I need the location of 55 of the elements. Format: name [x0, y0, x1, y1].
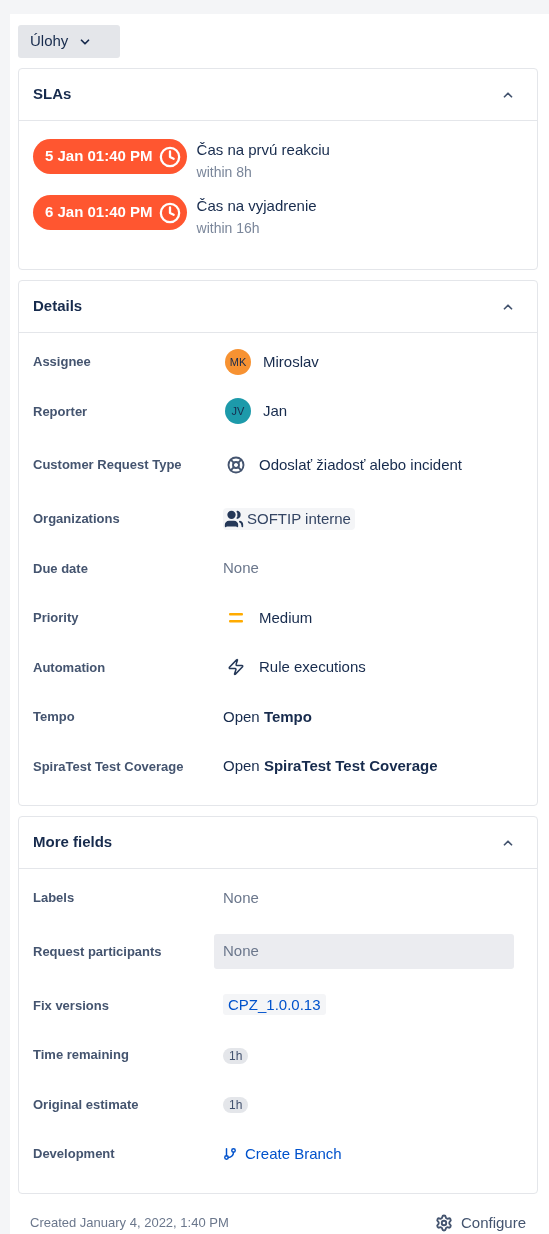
time-lozenge: 1h — [223, 1047, 249, 1064]
branch-icon — [223, 1145, 237, 1162]
field-label: Due date — [33, 559, 89, 578]
field-label: Original estimate — [33, 1095, 140, 1114]
settings-icon — [434, 1213, 453, 1232]
field-label: Request participants — [33, 942, 163, 961]
field-label: Time remaining — [33, 1046, 130, 1064]
created-date: Created January 4, 2022, 1:40 PM — [30, 1214, 229, 1232]
open-link[interactable]: Open SpiraTest Test Coverage — [223, 757, 438, 775]
field-label: Reporter — [33, 402, 89, 421]
priority-value[interactable]: Medium — [259, 606, 313, 629]
empty-value: None — [223, 888, 259, 906]
sla-goal: within 8h — [196, 163, 253, 182]
section-header[interactable]: Details — [19, 281, 537, 333]
field-label: Customer Request Type — [33, 456, 183, 475]
user-name[interactable]: Jan — [263, 400, 288, 423]
field-label: Assignee — [33, 353, 92, 371]
sla-name: Čas na prvú reakciu — [196, 140, 330, 160]
tasks-dropdown[interactable]: Úlohy — [18, 25, 120, 58]
sla-goal: within 16h — [196, 219, 261, 238]
avatar: JV — [225, 398, 251, 425]
automation-link[interactable]: Rule executions — [259, 656, 366, 679]
field-label: Development — [33, 1145, 116, 1163]
open-link[interactable]: Open Tempo — [223, 707, 312, 725]
version-tag[interactable]: CPZ_1.0.0.13 — [223, 994, 326, 1016]
section-header[interactable]: More fields — [19, 817, 537, 869]
user-name[interactable]: Miroslav — [263, 350, 319, 373]
field-label: Organizations — [33, 510, 121, 528]
request-type[interactable]: Odoslať žiadosť alebo incident — [259, 453, 463, 477]
field-label: Fix versions — [33, 996, 110, 1015]
group-icon — [223, 508, 245, 529]
empty-value: None — [223, 559, 259, 577]
time-lozenge: 1h — [223, 1097, 249, 1114]
field-label: Tempo — [33, 708, 76, 726]
organization-tag[interactable]: SOFTIP interne — [223, 507, 355, 530]
field-label: Labels — [33, 889, 76, 907]
sla-deadline-badge: 5 Jan 01:40 PM — [33, 139, 187, 174]
input-field[interactable]: None — [214, 934, 514, 969]
sla-name: Čas na vyjadrenie — [196, 196, 317, 216]
configure-button[interactable]: Configure — [434, 1211, 526, 1234]
section-title: Details — [33, 296, 83, 317]
field-label: Automation — [33, 658, 107, 677]
section-header[interactable]: SLAs — [19, 69, 537, 121]
lifebuoy-icon — [227, 456, 245, 474]
field-label: Priority — [33, 609, 80, 627]
section-title: SLAs — [33, 84, 72, 105]
sla-deadline-badge: 6 Jan 01:40 PM — [33, 195, 187, 230]
avatar: MK — [225, 348, 251, 375]
lightning-icon — [227, 657, 245, 678]
field-label: SpiraTest Test Coverage — [33, 757, 185, 776]
create-branch-link[interactable]: Create Branch — [223, 1142, 342, 1165]
clock-icon — [158, 201, 181, 224]
priority-medium-icon — [227, 612, 245, 623]
clock-icon — [158, 145, 181, 168]
section-title: More fields — [33, 832, 113, 853]
